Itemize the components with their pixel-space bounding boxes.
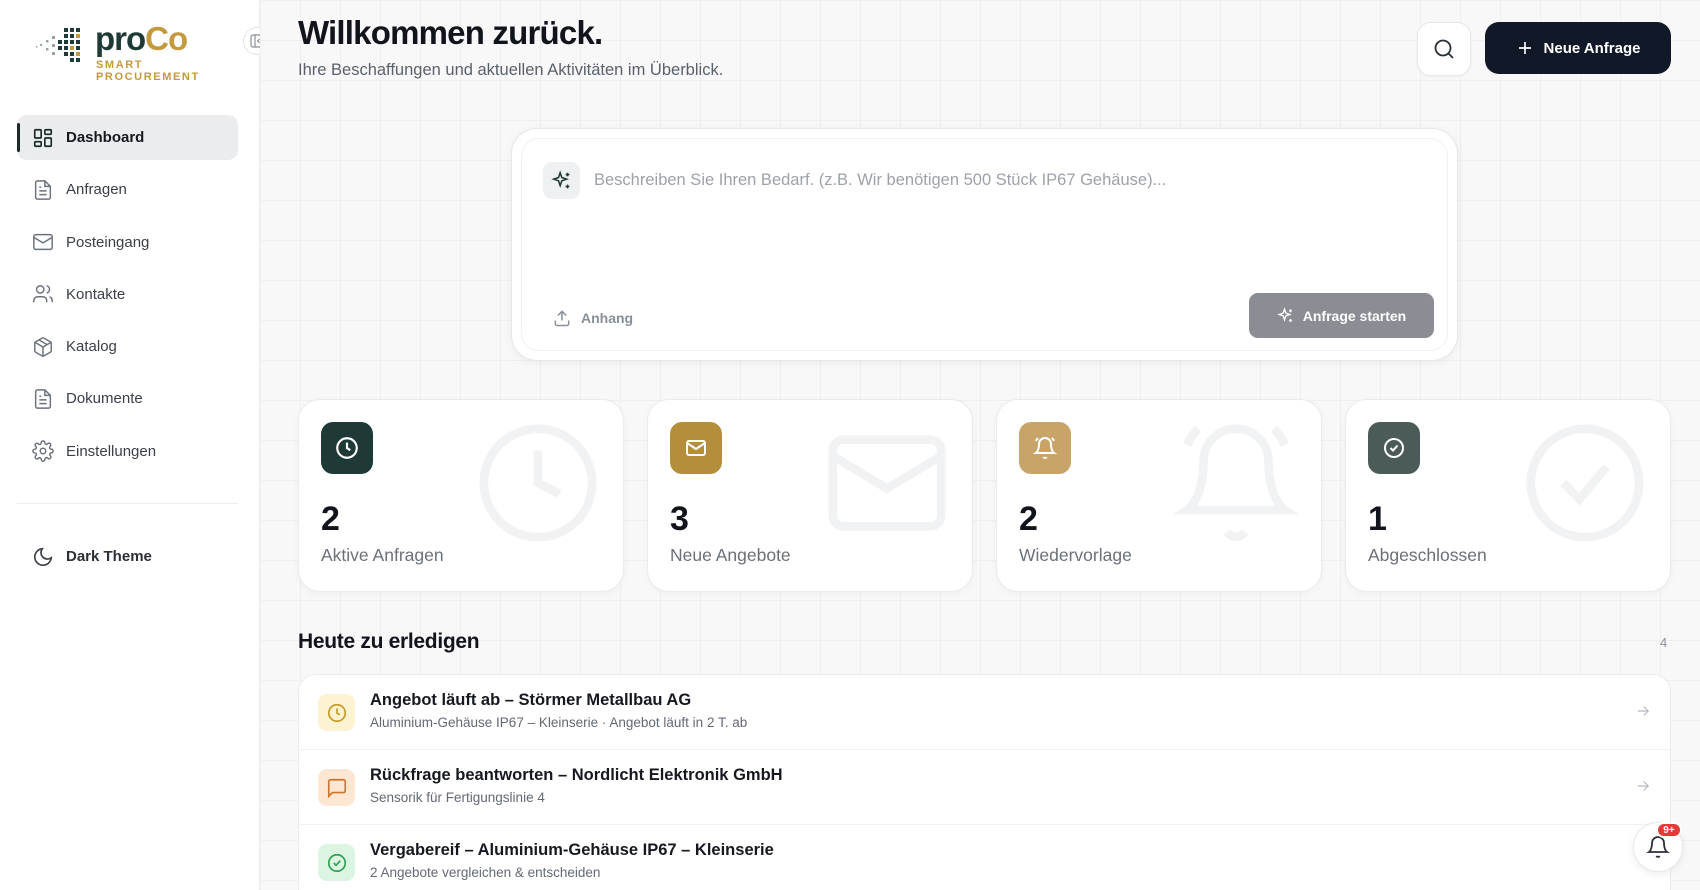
stat-value: 2 bbox=[321, 500, 340, 538]
sidebar-item-einstellungen[interactable]: Einstellungen bbox=[17, 429, 238, 474]
sidebar-item-label: Dashboard bbox=[66, 129, 145, 146]
page-subtitle: Ihre Beschaffungen und aktuellen Aktivit… bbox=[298, 61, 724, 79]
sidebar-item-label: Einstellungen bbox=[66, 442, 157, 460]
bell-icon bbox=[1033, 437, 1057, 459]
todo-icon-badge bbox=[318, 694, 355, 731]
stats-row: 2 Aktive Anfragen 3 Neue Angebote 2 Wied… bbox=[298, 399, 1671, 592]
package-icon bbox=[34, 336, 52, 357]
dark-theme-toggle[interactable]: Dark Theme bbox=[17, 534, 238, 579]
todo-item-title: Vergabereif – Aluminium-Gehäuse IP67 – K… bbox=[370, 841, 774, 859]
request-input[interactable] bbox=[594, 165, 1394, 195]
ai-sparkle-badge bbox=[543, 162, 580, 199]
upload-icon bbox=[554, 310, 570, 327]
check-circle-icon bbox=[327, 853, 346, 872]
start-request-button[interactable]: Anfrage starten bbox=[1249, 293, 1434, 338]
clock-icon bbox=[479, 424, 597, 542]
todo-icon-badge bbox=[318, 769, 355, 806]
theme-label: Dark Theme bbox=[66, 548, 152, 565]
clock-icon bbox=[327, 703, 346, 722]
attach-button[interactable]: Anhang bbox=[552, 304, 633, 332]
mail-icon bbox=[686, 440, 706, 456]
stat-label: Wiedervorlage bbox=[1019, 545, 1132, 565]
sidebar-item-anfragen[interactable]: Anfragen bbox=[17, 167, 238, 212]
todo-count: 4 bbox=[1660, 635, 1668, 650]
todo-section-title: Heute zu erledigen bbox=[298, 630, 480, 653]
todo-item-title: Rückfrage beantworten – Nordlicht Elektr… bbox=[370, 766, 783, 784]
search-button[interactable] bbox=[1417, 22, 1471, 76]
clock-icon bbox=[336, 437, 358, 459]
todo-item-title: Angebot läuft ab – Störmer Metallbau AG bbox=[370, 691, 692, 709]
page-title: Willkommen zurück. bbox=[298, 14, 603, 51]
dashboard-icon bbox=[33, 128, 53, 147]
sidebar-item-label: Posteingang bbox=[66, 233, 150, 251]
todo-item-subtitle: Aluminium-Gehäuse IP67 – Kleinserie · An… bbox=[370, 715, 748, 730]
stat-label: Abgeschlossen bbox=[1368, 545, 1487, 565]
stat-card-abgeschlossen[interactable]: 1 Abgeschlossen bbox=[1345, 399, 1671, 592]
stat-label: Neue Angebote bbox=[670, 545, 791, 565]
notifications-badge: 9+ bbox=[1656, 822, 1682, 838]
stat-icon-badge bbox=[670, 422, 722, 474]
sidebar-item-kontakte[interactable]: Kontakte bbox=[17, 272, 238, 317]
stat-card-neue-angebote[interactable]: 3 Neue Angebote bbox=[647, 399, 973, 592]
sidebar-item-label: Anfragen bbox=[66, 181, 127, 199]
sidebar-nav: Dashboard Anfragen Posteingang Kontakte … bbox=[17, 115, 238, 481]
stat-icon-badge bbox=[1368, 422, 1420, 474]
todo-item[interactable]: Angebot läuft ab – Störmer Metallbau AG … bbox=[299, 675, 1670, 750]
todo-item-subtitle: Sensorik für Fertigungslinie 4 bbox=[370, 790, 545, 805]
mail-icon bbox=[828, 435, 946, 531]
message-icon bbox=[327, 778, 346, 798]
users-icon bbox=[33, 285, 53, 303]
arrow-right-icon bbox=[1637, 706, 1650, 716]
brand-logo[interactable]: proCo SMART PROCUREMENT bbox=[34, 20, 234, 83]
file-icon bbox=[34, 179, 52, 200]
todo-icon-badge bbox=[318, 844, 355, 881]
stat-card-aktive-anfragen[interactable]: 2 Aktive Anfragen bbox=[298, 399, 624, 592]
sidebar-item-posteingang[interactable]: Posteingang bbox=[17, 220, 238, 265]
check-circle-icon bbox=[1526, 424, 1644, 542]
moon-icon bbox=[33, 547, 53, 566]
stat-card-wiedervorlage[interactable]: 2 Wiedervorlage bbox=[996, 399, 1322, 592]
sidebar-item-dashboard[interactable]: Dashboard bbox=[17, 115, 238, 160]
search-icon bbox=[1434, 39, 1454, 59]
sparkle-icon bbox=[550, 169, 569, 188]
stat-icon-badge bbox=[321, 422, 373, 474]
start-request-label: Anfrage starten bbox=[1302, 307, 1407, 324]
sidebar-item-katalog[interactable]: Katalog bbox=[17, 324, 238, 369]
request-composer: Anhang Anfrage starten bbox=[511, 128, 1458, 361]
logo-mark-icon bbox=[36, 28, 80, 62]
new-request-label: Neue Anfrage bbox=[1543, 39, 1641, 57]
brand-name: proCo bbox=[95, 20, 188, 57]
arrow-right-icon bbox=[1637, 781, 1650, 791]
stat-value: 3 bbox=[670, 500, 689, 538]
stat-value: 2 bbox=[1019, 500, 1038, 538]
sidebar-item-label: Katalog bbox=[66, 338, 117, 356]
plus-icon bbox=[1518, 42, 1531, 54]
sidebar-divider bbox=[17, 503, 238, 504]
bell-icon bbox=[1646, 836, 1670, 858]
brand-tagline: SMART PROCUREMENT bbox=[96, 59, 200, 83]
new-request-button[interactable]: Neue Anfrage bbox=[1485, 22, 1671, 74]
sidebar-item-label: Dokumente bbox=[66, 390, 143, 408]
todo-list: Angebot läuft ab – Störmer Metallbau AG … bbox=[298, 674, 1671, 890]
todo-item[interactable]: Vergabereif – Aluminium-Gehäuse IP67 – K… bbox=[299, 825, 1670, 890]
main-content: Willkommen zurück. Ihre Beschaffungen un… bbox=[260, 0, 1700, 890]
todo-item-subtitle: 2 Angebote vergleichen & entscheiden bbox=[370, 865, 601, 880]
sparkle-icon bbox=[1276, 306, 1292, 322]
todo-item[interactable]: Rückfrage beantworten – Nordlicht Elektr… bbox=[299, 750, 1670, 825]
stat-label: Aktive Anfragen bbox=[321, 545, 444, 565]
bell-icon bbox=[1172, 424, 1300, 542]
sidebar: proCo SMART PROCUREMENT Dashboard Anfrag… bbox=[0, 0, 260, 890]
gear-icon bbox=[32, 440, 54, 463]
sidebar-item-label: Kontakte bbox=[66, 285, 126, 303]
document-icon bbox=[34, 389, 52, 409]
mail-icon bbox=[33, 234, 53, 251]
attach-label: Anhang bbox=[581, 310, 634, 326]
check-circle-icon bbox=[1384, 438, 1404, 458]
stat-value: 1 bbox=[1368, 500, 1387, 538]
stat-icon-badge bbox=[1019, 422, 1071, 474]
sidebar-item-dokumente[interactable]: Dokumente bbox=[17, 376, 238, 421]
